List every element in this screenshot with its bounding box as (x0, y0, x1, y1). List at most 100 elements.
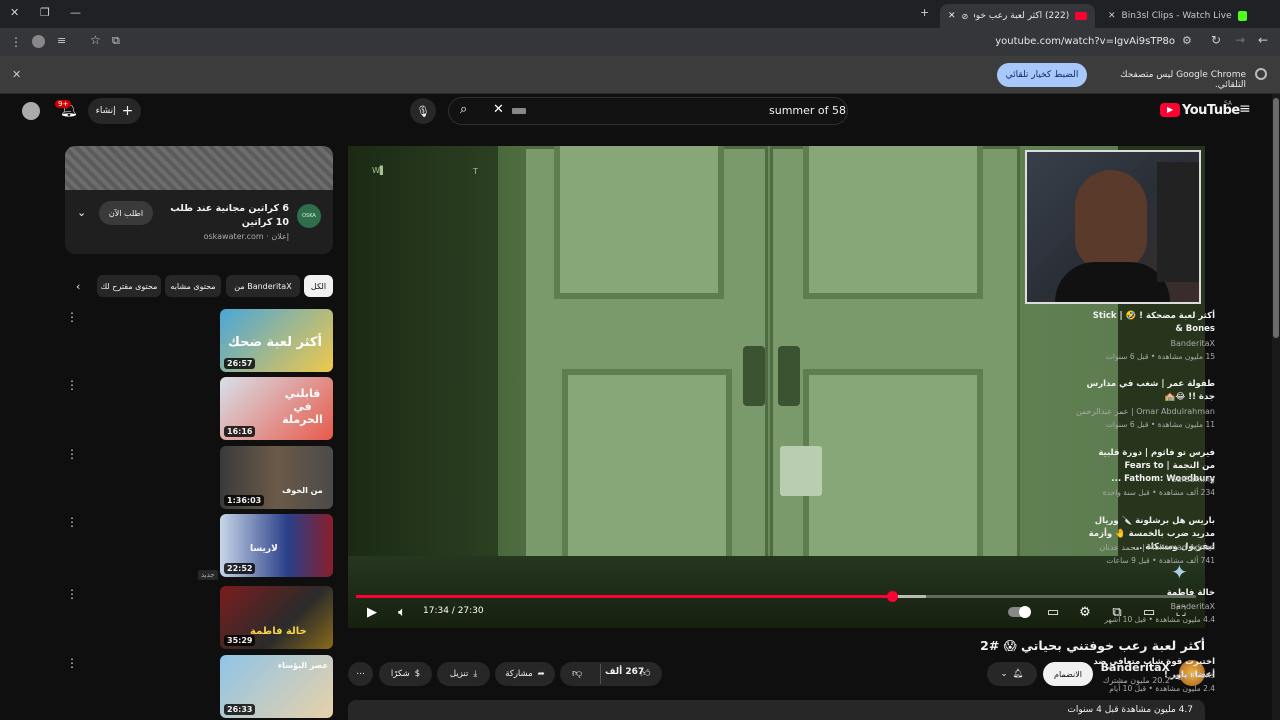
ad-order-button[interactable]: اطلب الآن (99, 201, 153, 225)
reload-icon[interactable]: ↻ (1211, 33, 1221, 47)
video-thumbnail[interactable]: أكثر لعبة ضحك 26:57 (220, 309, 333, 372)
more-vertical-icon[interactable]: ⋮ (66, 310, 78, 324)
video-thumbnail[interactable]: قابلني في الحرملة 16:16 (220, 377, 333, 440)
chrome-logo-icon (1255, 68, 1267, 80)
chip-related[interactable]: محتوى مشابه (165, 275, 221, 297)
minimize-window-icon[interactable]: — (70, 6, 81, 19)
clear-search-icon[interactable]: ✕ (493, 102, 504, 117)
more-vertical-icon[interactable]: ⋮ (66, 587, 78, 601)
video-frame-padlock (780, 446, 822, 496)
kick-favicon-icon (1237, 11, 1247, 21)
notifications-badge: 9+ (55, 100, 72, 108)
thanks-icon: $ (414, 669, 421, 679)
set-default-button[interactable]: الضبط كخيار تلقائي (997, 63, 1087, 87)
more-vertical-icon[interactable]: ⋮ (66, 515, 78, 529)
video-frame-right-door (770, 146, 1020, 576)
video-thumbnail[interactable]: لاريسا 22:52 (220, 514, 333, 577)
forward-icon[interactable]: → (1235, 33, 1245, 47)
share-button[interactable]: مشاركة ➦ (495, 662, 555, 686)
subtitles-icon[interactable]: ▭ (1044, 604, 1062, 620)
download-button[interactable]: تنزيل ⤓ (437, 662, 490, 686)
video-frame-handle (778, 346, 800, 406)
profile-avatar-icon[interactable] (32, 35, 45, 48)
default-browser-infobar (0, 56, 1280, 94)
video-thumbnail[interactable]: عصر البؤساء 26:33 (220, 655, 333, 718)
like-icon[interactable]: 👍︎ (640, 667, 650, 679)
chip-all[interactable]: الكل (304, 275, 333, 297)
rec-channel[interactable]: BanderitaX (1171, 602, 1216, 611)
chip-for-you[interactable]: محتوى مقترح لك (97, 275, 161, 297)
account-avatar-icon[interactable] (22, 102, 40, 120)
notification-bell-button[interactable]: ⌄ 🔔︎ (987, 662, 1037, 686)
volume-icon[interactable]: 🔈︎ (393, 604, 411, 620)
rec-channel[interactable]: BanderitaX (1171, 339, 1216, 348)
more-vertical-icon[interactable]: ⋮ (66, 378, 78, 392)
duration-badge: 26:33 (224, 704, 256, 715)
rec-meta: 2.4 مليون مشاهدة • قبل 10 أيام (1109, 684, 1215, 693)
settings-gear-icon[interactable]: ⚙ (1076, 604, 1094, 620)
play-icon[interactable]: ▶ (363, 604, 381, 620)
youtube-logo-icon[interactable]: ▶ (1160, 103, 1180, 117)
bookmark-star-icon[interactable]: ☆ (90, 33, 101, 47)
video-thumbnail[interactable]: خالة فاطمة 35:29 (220, 586, 333, 649)
rec-meta: 11 مليون مشاهدة • قبل 6 سنوات (1105, 420, 1215, 429)
more-horizontal-icon: ⋯ (356, 669, 365, 679)
scrollbar-thumb[interactable] (1273, 98, 1279, 338)
rec-channel[interactable]: Omar Abdulrahman | عمر عبدالرحمن (1076, 407, 1215, 416)
chrome-menu-icon[interactable]: ⋮ (10, 35, 22, 49)
close-infobar-icon[interactable]: ✕ (12, 68, 21, 81)
tab-youtube[interactable]: ✕ ⊘ (222) أكثر لعبة رعب خوفتني (940, 4, 1095, 28)
maximize-window-icon[interactable]: ❐ (40, 6, 50, 19)
cast-icon[interactable]: ⧉ (112, 34, 120, 48)
keyboard-icon[interactable] (512, 108, 526, 114)
chevron-down-icon[interactable]: ⌄ (77, 206, 86, 219)
search-icon[interactable]: ⌕ (460, 102, 467, 117)
extensions-icon[interactable]: ≡ (57, 34, 66, 47)
close-tab-icon[interactable]: ✕ (948, 11, 956, 21)
rec-title[interactable]: خالة فاطمة (1085, 587, 1215, 600)
more-vertical-icon[interactable]: ⋮ (66, 656, 78, 670)
infobar-message: Google Chrome ليس متصفحك التلقائي. (1120, 70, 1246, 90)
voice-search-button[interactable]: 🎙︎ (410, 98, 436, 124)
tab-title: (222) أكثر لعبة رعب خوفتني (974, 11, 1070, 21)
rec-title[interactable]: طفولة عمر | شغب في مدارس جدة !! 😂🏫 (1085, 378, 1215, 404)
ad-title[interactable]: 6 كراتين مجانية عند طلب 10 كراتين (169, 202, 289, 230)
rec-title[interactable]: أكثر لعبة مضحكة ! 🤣 | Stick & Bones (1085, 310, 1215, 336)
thanks-label: شكرًا (390, 669, 410, 679)
bell-icon: 🔔︎ (1012, 669, 1024, 679)
like-count[interactable]: 267 ألف (605, 667, 644, 677)
thumbnail-text: عصر البؤساء (278, 661, 329, 670)
create-button[interactable]: إنشاء + (88, 98, 141, 124)
autoplay-toggle[interactable] (1008, 606, 1031, 618)
thanks-button[interactable]: شكرًا $ (379, 662, 432, 686)
chip-from-channel[interactable]: من BanderitaX (226, 275, 300, 297)
new-tab-icon[interactable]: + (920, 6, 929, 19)
close-window-icon[interactable]: ✕ (10, 6, 19, 19)
rec-channel[interactable]: Mohamad Adnan | محمد عدنان (1099, 543, 1215, 552)
tab-kick[interactable]: ✕ Bin3sl Clips - Watch Live on Kick (1100, 4, 1255, 28)
rec-channel[interactable]: SalGaming (1172, 475, 1215, 484)
url-text[interactable]: youtube.com/watch?v=IgvAi9sTP8o (995, 36, 1175, 47)
close-tab-icon[interactable]: ✕ (1108, 11, 1116, 21)
rec-meta: 741 ألف مشاهدة • قبل 9 ساعات (1106, 556, 1215, 565)
more-vertical-icon[interactable]: ⋮ (66, 447, 78, 461)
views-and-date: 4.7 مليون مشاهدة قبل 4 سنوات (1067, 705, 1193, 715)
hamburger-menu-icon[interactable]: ≡ (1239, 101, 1251, 117)
scrubber-handle[interactable] (886, 591, 898, 602)
rec-meta: 15 مليون مشاهدة • قبل 6 سنوات (1105, 352, 1215, 361)
ad-logo: OSKA (297, 204, 321, 228)
thumbnail-text: أكثر لعبة ضحك (228, 335, 322, 350)
back-icon[interactable]: ← (1258, 33, 1268, 47)
site-settings-icon[interactable]: ⚙ (1182, 34, 1192, 47)
rec-channel[interactable]: Faris | فارس (1169, 671, 1215, 680)
more-actions-button[interactable]: ⋯ (348, 662, 373, 686)
duration-badge: 22:52 (224, 563, 256, 574)
video-frame-left-door (523, 146, 768, 576)
video-thumbnail[interactable]: من الخوف 1:36:03 (220, 446, 333, 509)
search-input[interactable]: summer of 58 (769, 104, 846, 117)
dislike-icon[interactable]: 👎︎ (572, 667, 582, 679)
sponsored-ad-card[interactable]: OSKA 6 كراتين مجانية عند طلب 10 كراتين إ… (65, 146, 333, 254)
mute-tab-icon[interactable]: ⊘ (962, 12, 969, 21)
chips-scroll-left-icon[interactable]: ‹ (76, 280, 80, 293)
video-title: أكثر لعبة رعب خوفتني بحياتي 😱 #2 (980, 638, 1205, 653)
